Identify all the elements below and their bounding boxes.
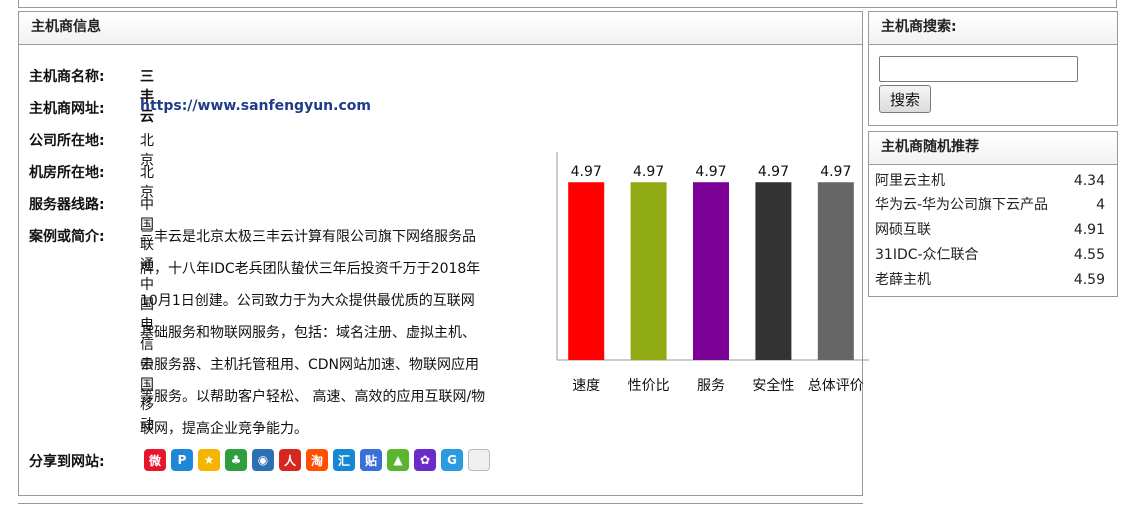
recommend-item-name[interactable]: 华为云-华为公司旗下云产品 bbox=[875, 193, 1048, 217]
qzone-icon[interactable]: P bbox=[171, 449, 193, 471]
host-name-label: 主机商名称: bbox=[29, 69, 105, 85]
recommend-item-name[interactable]: 阿里云主机 bbox=[875, 169, 945, 193]
server-lines-label: 服务器线路: bbox=[29, 197, 105, 213]
tieba-icon[interactable]: 贴 bbox=[360, 449, 382, 471]
bar-总体评价 bbox=[817, 182, 854, 360]
recommend-item[interactable]: 华为云-华为公司旗下云产品 4 bbox=[875, 193, 1105, 217]
recommend-item-name[interactable]: 31IDC-众仁联合 bbox=[875, 243, 979, 267]
recommend-item[interactable]: 网硕互联 4.91 bbox=[875, 218, 1105, 242]
rating-chart: 4.97 速度 4.97 性价比 4.97 服务 4.97 安全性 4.97 总体评价 bbox=[537, 140, 871, 400]
recommend-title: 主机商随机推荐 bbox=[869, 132, 1117, 165]
search-panel: 主机商搜索: 搜索 bbox=[868, 11, 1118, 126]
bar-性价比 bbox=[630, 182, 667, 360]
host-url-label: 主机商网址: bbox=[29, 101, 105, 117]
recommend-panel: 主机商随机推荐 阿里云主机 4.34 华为云-华为公司旗下云产品 4 网硕互联 … bbox=[868, 131, 1118, 297]
renren-icon[interactable]: 人 bbox=[279, 449, 301, 471]
search-title: 主机商搜索: bbox=[869, 12, 1117, 45]
host-url-link[interactable]: https://www.sanfengyun.com bbox=[140, 98, 371, 114]
company-location-label: 公司所在地: bbox=[29, 133, 105, 149]
recommend-item[interactable]: 31IDC-众仁联合 4.55 bbox=[875, 243, 1105, 267]
search-button[interactable]: 搜索 bbox=[879, 85, 931, 113]
recommend-item-score: 4.34 bbox=[1073, 173, 1105, 189]
x-tick-label: 性价比 bbox=[628, 378, 670, 394]
intro-line: 基础服务和物联网服务，包括：域名注册、虚拟主机、 bbox=[140, 325, 476, 341]
bar-value-label: 4.97 bbox=[633, 164, 664, 180]
intro-line: 等服务。以帮助客户轻松、 高速、高效的应用互联网/物 bbox=[140, 389, 486, 405]
host-info-title: 主机商信息 bbox=[19, 12, 862, 45]
top-divider bbox=[18, 0, 1117, 8]
bar-服务 bbox=[693, 182, 729, 360]
bar-速度 bbox=[568, 182, 605, 360]
recommend-item-score: 4.59 bbox=[1073, 272, 1105, 288]
recommend-item-name[interactable]: 老薛主机 bbox=[875, 268, 931, 292]
baidu-paw-icon[interactable]: ✿ bbox=[414, 449, 436, 471]
datacenter-location-label: 机房所在地: bbox=[29, 165, 105, 181]
recommend-item-name[interactable]: 网硕互联 bbox=[875, 218, 931, 242]
bar-value-label: 4.97 bbox=[571, 164, 602, 180]
bar-value-label: 4.97 bbox=[695, 164, 726, 180]
host-info-panel: 主机商信息 主机商名称: 三丰云 主机商网址: https://www.sanf… bbox=[18, 11, 869, 496]
landscape-icon[interactable]: ▲ bbox=[387, 449, 409, 471]
recommend-item-score: 4.91 bbox=[1073, 222, 1105, 238]
intro-label: 案例或简介: bbox=[29, 229, 105, 245]
recommend-item[interactable]: 老薛主机 4.59 bbox=[875, 268, 1105, 292]
x-tick-label: 总体评价 bbox=[808, 378, 864, 394]
copy-icon[interactable] bbox=[468, 449, 490, 471]
x-tick-label: 安全性 bbox=[752, 377, 794, 394]
share-label: 分享到网站: bbox=[29, 454, 105, 470]
intro-line: 联网，提高企业竞争能力。 bbox=[140, 421, 308, 437]
recommend-item-score: 4 bbox=[1096, 197, 1105, 213]
intro-line: 三丰云是北京太极三丰云计算有限公司旗下网络服务品 bbox=[140, 229, 476, 245]
huaban-icon[interactable]: 汇 bbox=[333, 449, 355, 471]
bar-value-label: 4.97 bbox=[820, 164, 851, 180]
weibo-icon[interactable]: 微 bbox=[144, 449, 166, 471]
intro-line: 云服务器、主机托管租用、CDN网站加速、物联网应用 bbox=[140, 357, 480, 373]
recommend-item[interactable]: 阿里云主机 4.34 bbox=[875, 169, 1105, 193]
host-name-value: 三丰云 bbox=[140, 69, 154, 125]
google-icon[interactable]: G bbox=[441, 449, 463, 471]
x-tick-label: 服务 bbox=[697, 378, 725, 394]
intro-text: 三丰云是北京太极三丰云计算有限公司旗下网络服务品 牌，十八年IDC老兵团队蛰伏三… bbox=[140, 221, 512, 445]
intro-line: 10月1日创建。公司致力于为大众提供最优质的互联网 bbox=[140, 293, 475, 309]
qqzone-star-icon[interactable]: ★ bbox=[198, 449, 220, 471]
bar-value-label: 4.97 bbox=[758, 164, 789, 180]
search-input[interactable] bbox=[879, 56, 1078, 82]
rating-chart-svg: 4.97 速度 4.97 性价比 4.97 服务 4.97 安全性 4.97 总体评价 bbox=[556, 152, 869, 394]
recommend-item-score: 4.55 bbox=[1073, 247, 1105, 263]
bottom-divider bbox=[18, 503, 863, 506]
clover-icon[interactable]: ♣ bbox=[225, 449, 247, 471]
taobao-icon[interactable]: 淘 bbox=[306, 449, 328, 471]
share-icon-list: 微 P ★ ♣ ◉ 人淘汇贴 ▲ ✿ G bbox=[144, 449, 490, 471]
intro-line: 牌，十八年IDC老兵团队蛰伏三年后投资千万于2018年 bbox=[140, 261, 481, 277]
tencent-weibo-icon[interactable]: ◉ bbox=[252, 449, 274, 471]
bar-安全性 bbox=[755, 182, 792, 360]
x-tick-label: 速度 bbox=[572, 378, 600, 394]
